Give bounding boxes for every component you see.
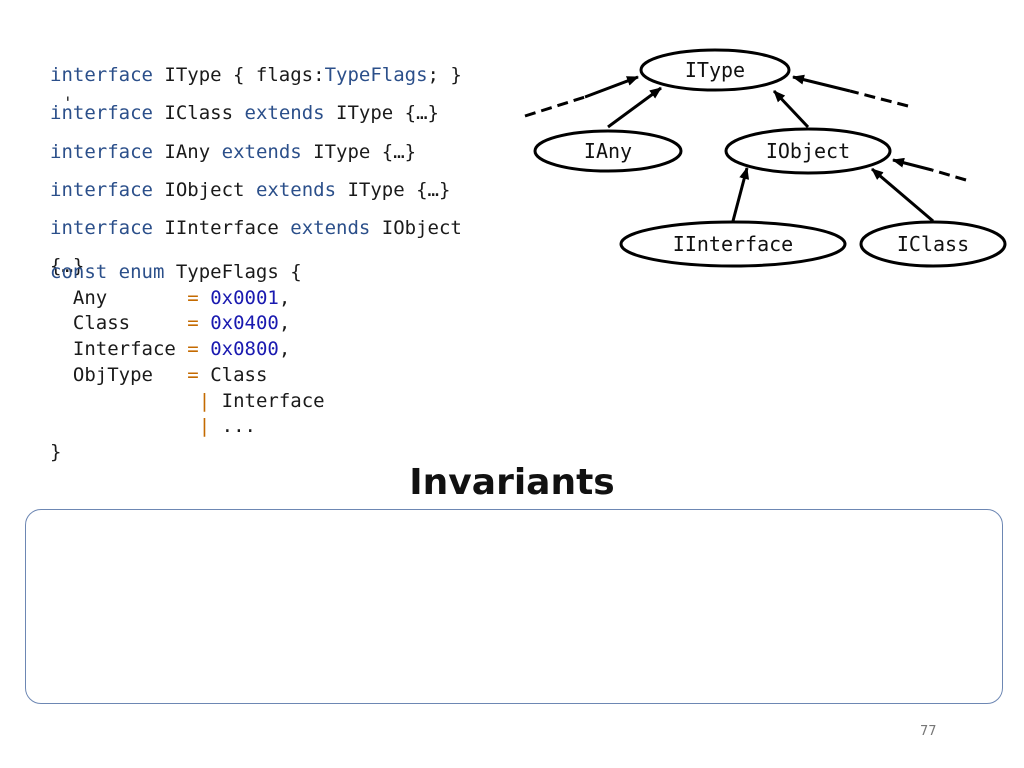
invariants-box	[25, 509, 1003, 704]
edge-iany-itype	[607, 86, 662, 129]
node-label: IClass	[897, 232, 969, 256]
edge-left-itype-arrow	[584, 75, 639, 99]
node-iobject: IObject	[724, 127, 892, 175]
node-label: IType	[685, 58, 745, 82]
edge-iinterface-iobject	[731, 167, 750, 222]
node-label: IAny	[584, 139, 632, 163]
node-itype: IType	[639, 48, 791, 92]
page-number: 77	[920, 724, 937, 739]
node-label: IInterface	[673, 232, 793, 256]
node-iany: IAny	[533, 129, 683, 173]
edge-iclass-iobject	[871, 167, 934, 223]
edge-dashed-right-itype	[849, 89, 909, 108]
edge-dashed-left-itype	[524, 95, 586, 118]
node-iclass: IClass	[859, 220, 1007, 268]
edge-iobject-itype	[772, 89, 810, 129]
invariants-heading: Invariants	[409, 462, 615, 503]
edge-right-itype-arrow	[792, 74, 851, 93]
edge-right-iobject-arrow	[892, 157, 933, 172]
edge-dashed-right-iobject	[931, 168, 967, 182]
node-label: IObject	[766, 139, 850, 163]
node-iinterface: IInterface	[619, 220, 847, 268]
